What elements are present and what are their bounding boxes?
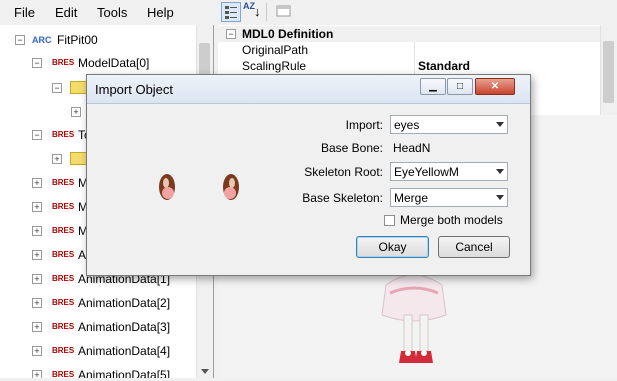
alphabetical-sort-button[interactable]: AZ ↓	[243, 2, 263, 22]
chevron-down-icon	[496, 169, 504, 174]
expand-icon[interactable]: +	[32, 298, 42, 308]
close-icon: ✕	[490, 81, 500, 92]
bres-icon: BRES	[52, 274, 75, 283]
collapse-icon[interactable]: −	[15, 35, 25, 45]
skeleton-root-label: Skeleton Root:	[304, 165, 383, 179]
tree-item-label: AnimationData[5]	[78, 368, 171, 378]
merge-both-checkbox[interactable]	[384, 215, 395, 226]
property-category-label: MDL0 Definition	[242, 27, 334, 41]
collapse-icon[interactable]: −	[226, 29, 236, 39]
tree-item-label: ModelData[0]	[78, 56, 150, 70]
toolbar-separator	[266, 3, 267, 21]
dialog-titlebar[interactable]: Import Object ▁ □ ✕	[87, 75, 530, 104]
property-name: OriginalPath	[242, 43, 309, 57]
bres-icon: BRES	[52, 226, 75, 235]
tree-item-animation-2[interactable]: + BRES AnimationData[2]	[0, 295, 196, 311]
bres-icon: BRES	[52, 322, 75, 331]
maximize-icon: □	[456, 81, 464, 92]
tree-item-animation-4[interactable]: + BRES AnimationData[4]	[0, 343, 196, 359]
bres-icon: BRES	[52, 370, 75, 378]
menu-edit[interactable]: Edit	[55, 5, 77, 20]
categorized-icon	[225, 6, 237, 19]
property-pages-icon	[276, 5, 291, 17]
expand-icon[interactable]: +	[71, 107, 81, 117]
bres-icon: BRES	[52, 178, 75, 187]
scroll-down-icon[interactable]	[201, 369, 209, 374]
expand-icon[interactable]: +	[32, 346, 42, 356]
tree-item-label: AnimationData[2]	[78, 296, 171, 310]
expand-icon[interactable]: +	[32, 274, 42, 284]
minimize-button[interactable]: ▁	[420, 78, 446, 95]
base-bone-value: HeadN	[393, 141, 431, 155]
base-bone-label: Base Bone:	[320, 141, 383, 155]
bres-icon: BRES	[52, 130, 75, 139]
chevron-down-icon	[496, 195, 504, 200]
expand-icon[interactable]: +	[32, 250, 42, 260]
property-divider	[414, 58, 415, 74]
skeleton-root-value: EyeYellowM	[394, 165, 459, 179]
import-object-dialog: Import Object ▁ □ ✕ Import: eyes Base Bo…	[86, 74, 531, 276]
right-eye	[223, 174, 239, 200]
import-label: Import:	[345, 118, 383, 132]
property-name: ScalingRule	[242, 59, 307, 73]
left-eye	[159, 174, 175, 200]
expand-icon[interactable]: +	[32, 226, 42, 236]
arc-icon: ARC	[32, 35, 52, 45]
import-select[interactable]: eyes	[390, 115, 508, 134]
close-button[interactable]: ✕	[475, 78, 515, 95]
eyes-preview	[159, 174, 239, 200]
tree-item-animation-3[interactable]: + BRES AnimationData[3]	[0, 319, 196, 335]
dialog-title: Import Object	[95, 82, 174, 97]
property-row-scalingrule[interactable]: ScalingRule Standard	[218, 58, 601, 74]
tree-item-animation-5[interactable]: + BRES AnimationData[5]	[0, 367, 196, 378]
tree-item-label: A	[78, 248, 87, 262]
base-skeleton-label: Base Skeleton:	[302, 191, 383, 205]
model-preview	[101, 113, 281, 263]
arrow-down-icon: ↓	[254, 4, 261, 19]
tree-item-label: AnimationData[3]	[78, 320, 171, 334]
bres-icon: BRES	[52, 298, 75, 307]
okay-button[interactable]: Okay	[356, 236, 429, 258]
chevron-down-icon	[496, 122, 504, 127]
property-scrollbar-thumb[interactable]	[603, 41, 614, 103]
expand-icon[interactable]: +	[52, 154, 62, 164]
property-scrollbar[interactable]	[600, 25, 617, 115]
az-sort-icon: AZ	[243, 1, 255, 11]
bres-icon: BRES	[52, 58, 75, 67]
menu-tools[interactable]: Tools	[97, 5, 127, 20]
tree-root-label: FitPit00	[57, 33, 98, 47]
base-skeleton-value: Merge	[394, 191, 429, 205]
skeleton-root-select[interactable]: EyeYellowM	[390, 162, 508, 181]
tree-item-modeldata[interactable]: − BRES ModelData[0]	[0, 55, 196, 71]
property-row-originalpath[interactable]: OriginalPath	[218, 42, 601, 58]
categorized-view-button[interactable]	[221, 2, 241, 22]
maximize-button[interactable]: □	[447, 78, 473, 95]
import-select-value: eyes	[394, 118, 420, 132]
merge-both-label[interactable]: Merge both models	[400, 213, 503, 227]
cancel-button[interactable]: Cancel	[438, 236, 510, 258]
collapse-icon[interactable]: −	[32, 58, 42, 68]
character-model	[381, 274, 447, 363]
property-divider	[414, 42, 415, 58]
bres-icon: BRES	[52, 346, 75, 355]
collapse-icon[interactable]: −	[32, 130, 42, 140]
property-value[interactable]: Standard	[418, 58, 470, 74]
bres-icon: BRES	[52, 250, 75, 259]
expand-icon[interactable]: +	[32, 322, 42, 332]
base-skeleton-select[interactable]: Merge	[390, 188, 508, 207]
property-pages-button[interactable]	[274, 2, 294, 22]
menu-help[interactable]: Help	[147, 5, 174, 20]
property-category[interactable]: − MDL0 Definition	[218, 26, 601, 42]
tree-root[interactable]: − ARC FitPit00	[0, 32, 196, 48]
expand-icon[interactable]: +	[32, 202, 42, 212]
property-toolbar: AZ ↓	[218, 0, 617, 24]
minimize-icon: ▁	[429, 81, 437, 92]
bres-icon: BRES	[52, 202, 75, 211]
menu-file[interactable]: File	[14, 5, 35, 20]
collapse-icon[interactable]: −	[52, 83, 62, 93]
tree-item-label: AnimationData[4]	[78, 344, 171, 358]
expand-icon[interactable]: +	[32, 370, 42, 378]
expand-icon[interactable]: +	[32, 178, 42, 188]
